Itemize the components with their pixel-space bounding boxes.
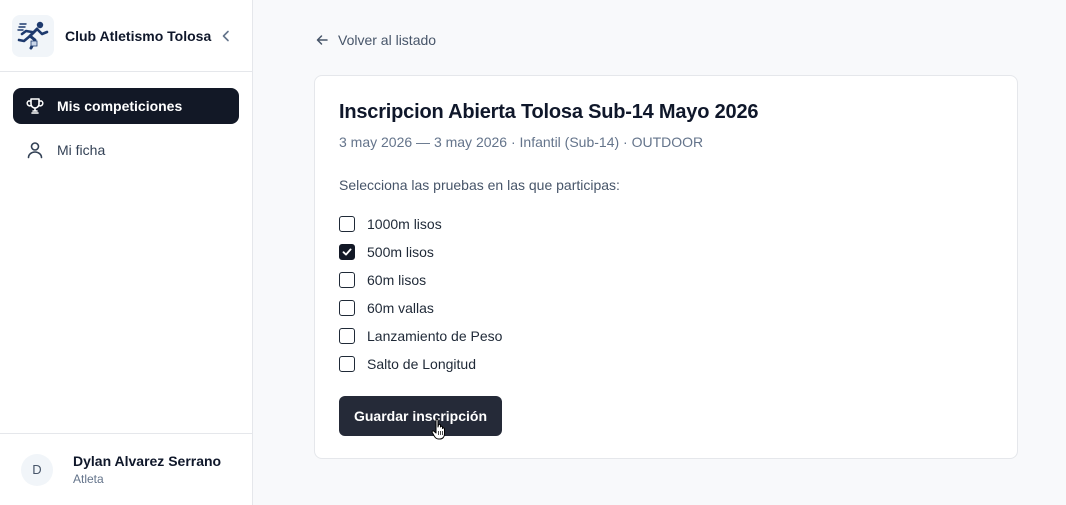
registration-card: Inscripcion Abierta Tolosa Sub-14 Mayo 2… (314, 75, 1018, 459)
hand-cursor-icon (431, 418, 445, 440)
event-checkbox[interactable] (339, 356, 355, 372)
avatar: D (21, 453, 53, 486)
competition-title: Inscripcion Abierta Tolosa Sub-14 Mayo 2… (339, 101, 759, 123)
events-list: 1000m lisos 500m lisos 60m lisos 60m val… (339, 210, 993, 378)
event-checkbox[interactable] (339, 300, 355, 316)
event-option-salto-de-longitud[interactable]: Salto de Longitud (339, 350, 993, 378)
competition-meta: 3 may 2026 — 3 may 2026 · Infantil (Sub-… (339, 134, 704, 150)
event-label: 1000m lisos (367, 216, 442, 232)
event-option-lanzamiento-de-peso[interactable]: Lanzamiento de Peso (339, 322, 993, 350)
sidebar-item-label: Mi ficha (57, 142, 106, 158)
user-icon (25, 140, 45, 160)
user-name: Dylan Alvarez Serrano (73, 453, 222, 469)
event-label: 60m vallas (367, 300, 434, 316)
event-checkbox[interactable] (339, 244, 355, 260)
event-option-60m-lisos[interactable]: 60m lisos (339, 266, 993, 294)
trophy-icon (25, 96, 45, 116)
save-registration-button[interactable]: Guardar inscripción (339, 396, 502, 440)
chevron-left-icon (222, 30, 229, 41)
events-prompt: Selecciona las pruebas en las que partic… (339, 177, 620, 193)
club-name: Club Atletismo Tolosa (65, 27, 212, 44)
collapse-sidebar-button[interactable] (218, 28, 234, 44)
event-option-1000m-lisos[interactable]: 1000m lisos (339, 210, 993, 238)
event-option-60m-vallas[interactable]: 60m vallas (339, 294, 993, 322)
sidebar-item-mis-competiciones[interactable]: Mis competiciones (13, 88, 239, 124)
event-label: 500m lisos (367, 244, 434, 260)
sidebar-item-mi-ficha[interactable]: Mi ficha (13, 132, 239, 168)
sidebar-item-label: Mis competiciones (57, 98, 183, 114)
checkmark-icon (342, 248, 352, 256)
sidebar-header: Club Atletismo Tolosa (0, 0, 252, 72)
club-logo (12, 14, 54, 57)
event-checkbox[interactable] (339, 328, 355, 344)
event-checkbox[interactable] (339, 272, 355, 288)
sidebar-nav: Mis competiciones Mi ficha (0, 72, 252, 168)
save-button-label: Guardar inscripción (353, 408, 488, 424)
back-to-list-link[interactable]: Volver al listado (315, 32, 436, 48)
event-label: 60m lisos (367, 272, 427, 288)
event-label: Salto de Longitud (367, 356, 476, 372)
event-checkbox[interactable] (339, 216, 355, 232)
sidebar: Club Atletismo Tolosa Mis competiciones (0, 0, 253, 505)
runner-logo-icon (17, 21, 49, 49)
event-option-500m-lisos[interactable]: 500m lisos (339, 238, 993, 266)
arrow-left-icon (315, 33, 329, 47)
user-role: Atleta (73, 472, 104, 486)
event-label: Lanzamiento de Peso (367, 328, 503, 344)
user-info: Dylan Alvarez Serrano Atleta (73, 453, 221, 486)
user-profile[interactable]: D Dylan Alvarez Serrano Atleta (0, 433, 252, 505)
back-link-label: Volver al listado (338, 32, 437, 48)
